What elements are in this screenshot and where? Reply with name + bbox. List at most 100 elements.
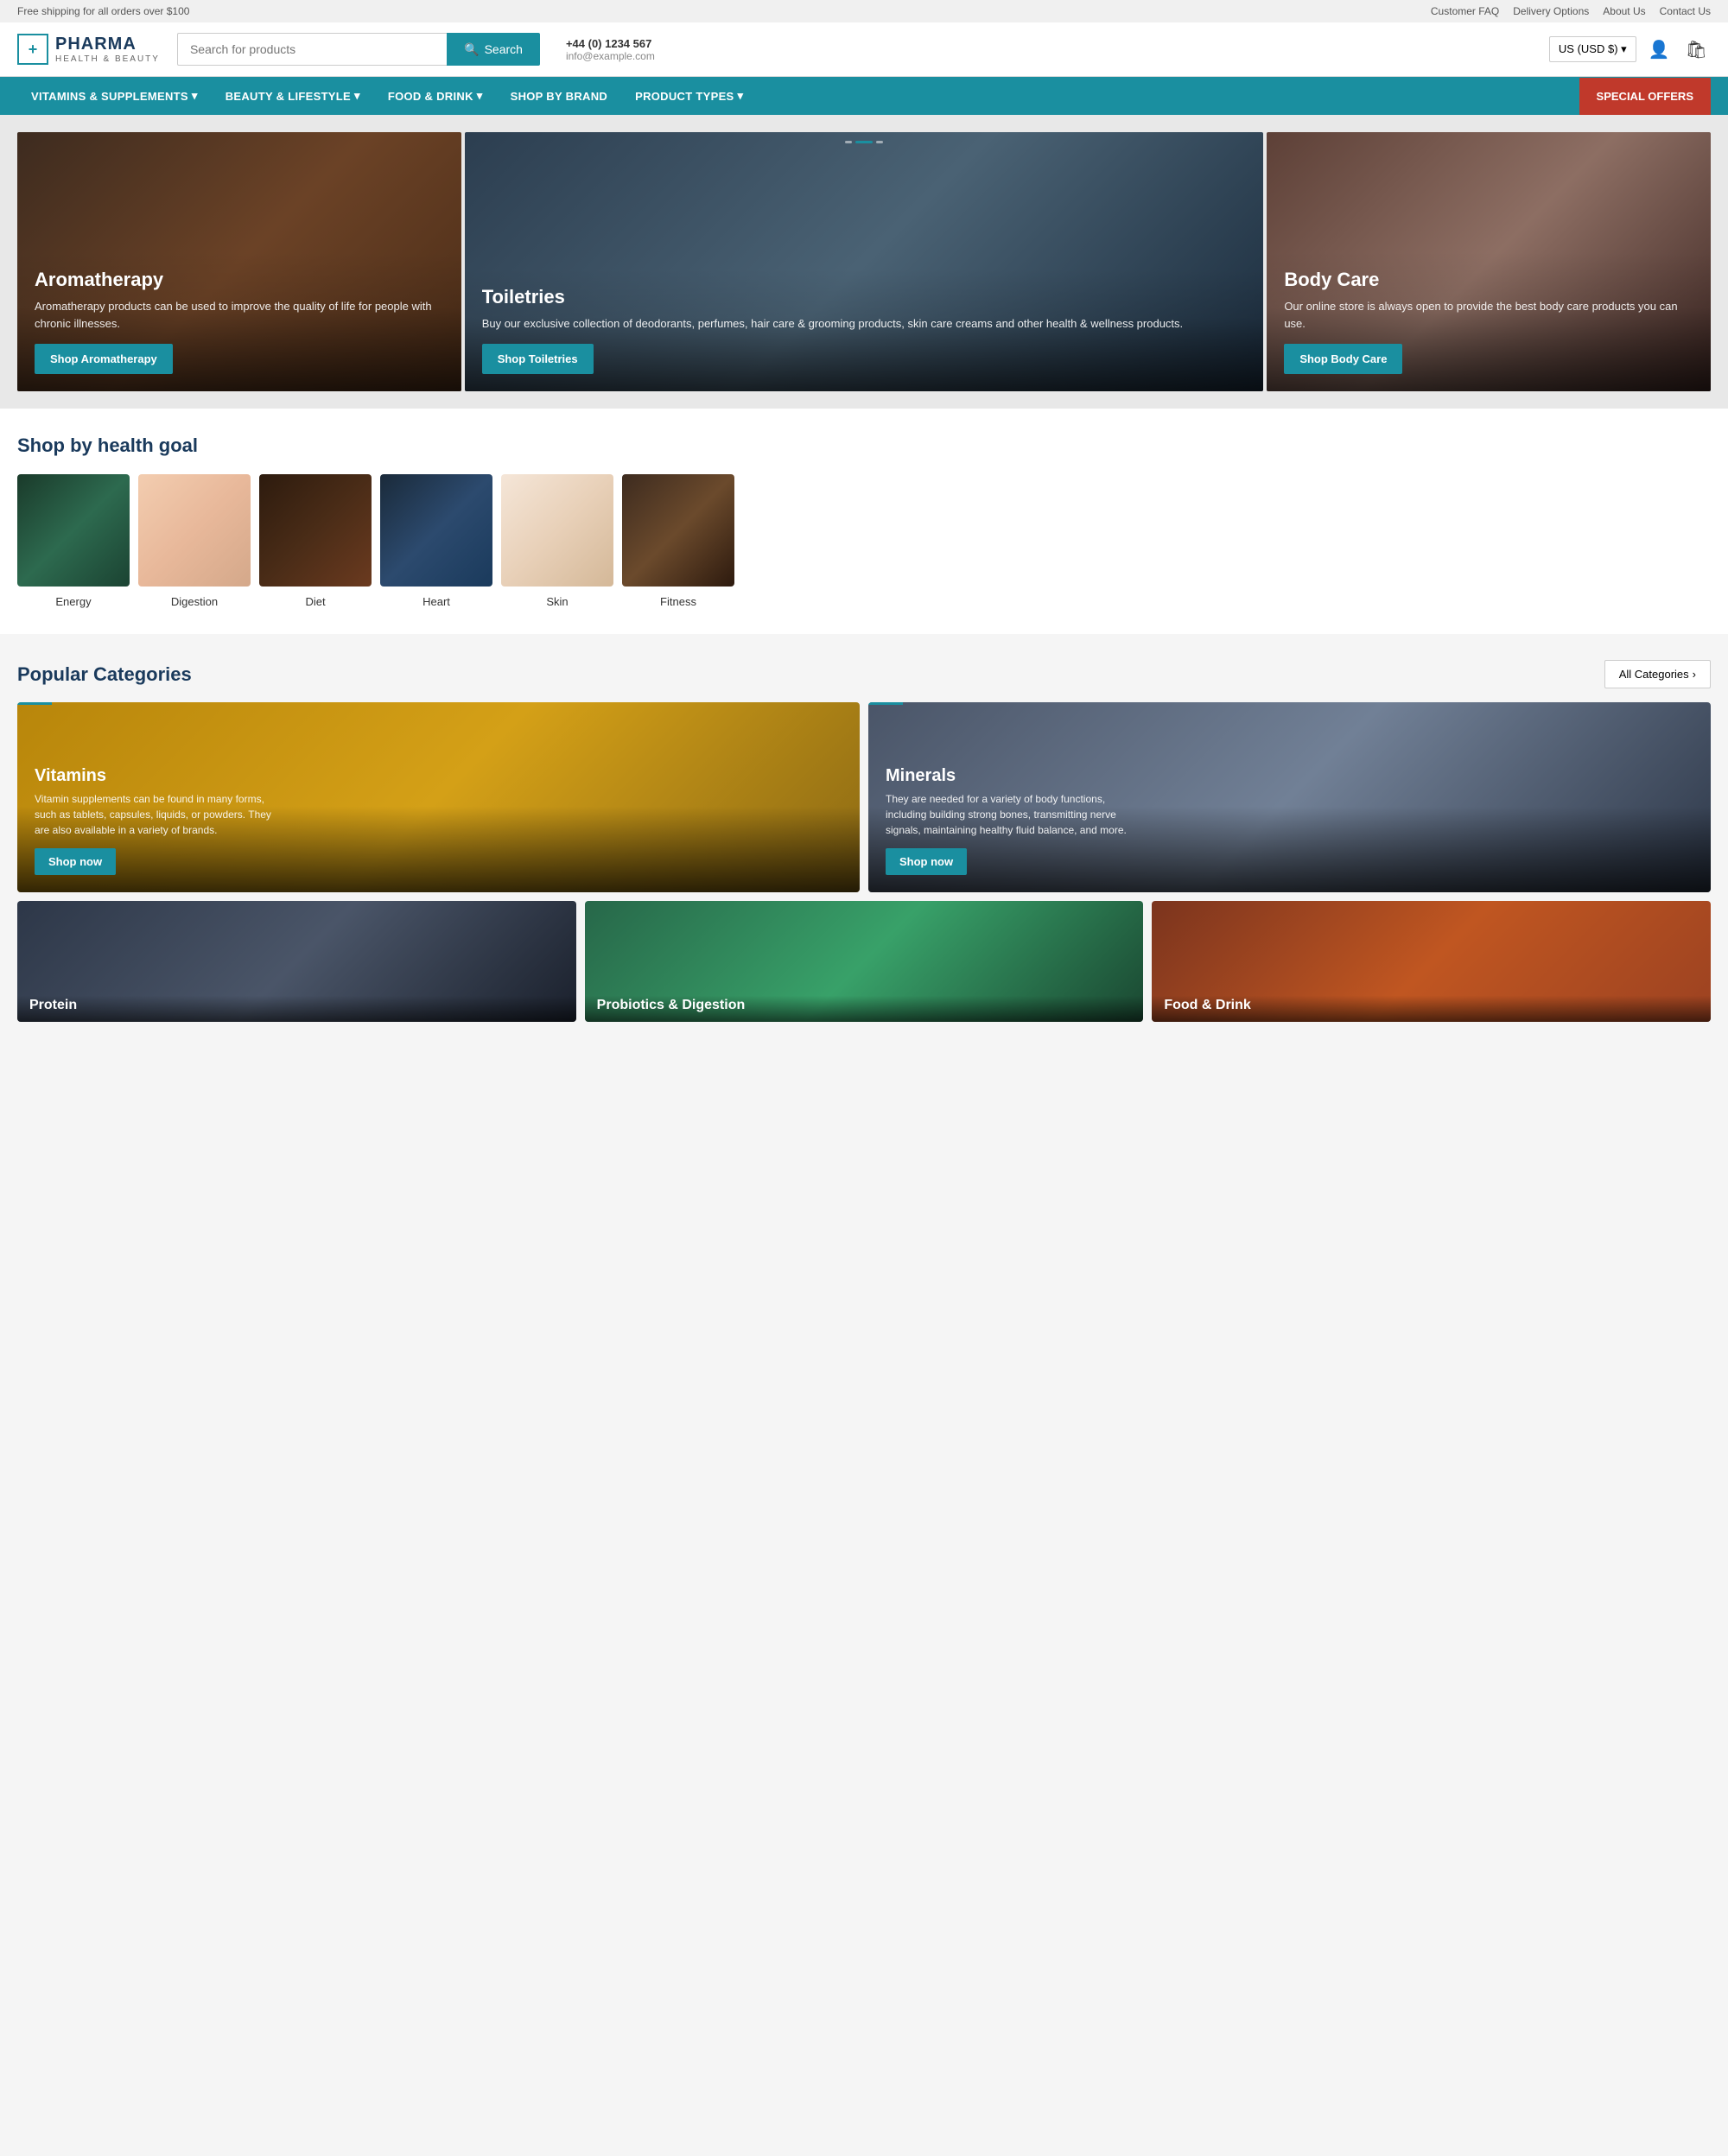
nav-item-types[interactable]: PRODUCT TYPES ▾ bbox=[621, 77, 757, 115]
health-goal-heart-img bbox=[380, 474, 492, 587]
all-categories-button[interactable]: All Categories › bbox=[1604, 660, 1711, 688]
nav-food-label: FOOD & DRINK bbox=[388, 90, 473, 103]
hero-card-toiletries: Toiletries Buy our exclusive collection … bbox=[465, 132, 1264, 391]
special-offers-link[interactable]: SPECIAL OFFERS bbox=[1579, 78, 1711, 115]
top-bar: Free shipping for all orders over $100 C… bbox=[0, 0, 1728, 22]
hero-overlay-aromatherapy: Aromatherapy Aromatherapy products can b… bbox=[17, 251, 461, 391]
cat-card-vitamins: Vitamins Vitamin supplements can be foun… bbox=[17, 702, 860, 892]
health-goals-grid: Energy Digestion Diet Heart Skin Fitness bbox=[17, 474, 1711, 608]
customer-faq-link[interactable]: Customer FAQ bbox=[1431, 5, 1499, 17]
vitamins-desc: Vitamin supplements can be found in many… bbox=[35, 791, 276, 838]
hero-title-bodycare: Body Care bbox=[1284, 269, 1693, 291]
contact-info: +44 (0) 1234 567 info@example.com bbox=[566, 37, 655, 62]
minerals-overlay: Minerals They are needed for a variety o… bbox=[868, 749, 1711, 892]
contact-us-link[interactable]: Contact Us bbox=[1660, 5, 1711, 17]
minerals-desc: They are needed for a variety of body fu… bbox=[886, 791, 1128, 838]
hero-btn-aromatherapy[interactable]: Shop Aromatherapy bbox=[35, 344, 173, 374]
currency-selector[interactable]: US (USD $) ▾ bbox=[1549, 36, 1636, 62]
cat-card-protein[interactable]: Protein bbox=[17, 901, 576, 1022]
health-goals-title: Shop by health goal bbox=[17, 434, 1711, 457]
shipping-notice: Free shipping for all orders over $100 bbox=[17, 5, 189, 17]
delivery-options-link[interactable]: Delivery Options bbox=[1513, 5, 1589, 17]
vitamins-shop-btn[interactable]: Shop now bbox=[35, 848, 116, 875]
popular-bottom-row: Protein Probiotics & Digestion Food & Dr… bbox=[17, 901, 1711, 1022]
health-goal-digestion[interactable]: Digestion bbox=[138, 474, 251, 608]
hero-card-aromatherapy: Aromatherapy Aromatherapy products can b… bbox=[17, 132, 461, 391]
chevron-down-icon: ▾ bbox=[477, 89, 483, 103]
health-goal-energy[interactable]: Energy bbox=[17, 474, 130, 608]
site-header: + PHARMA HEALTH & BEAUTY 🔍 Search +44 (0… bbox=[0, 22, 1728, 77]
hero-card-bodycare: Body Care Our online store is always ope… bbox=[1267, 132, 1711, 391]
slide-dot-3 bbox=[876, 141, 883, 143]
all-categories-label: All Categories bbox=[1619, 668, 1689, 681]
health-goal-digestion-img bbox=[138, 474, 251, 587]
chevron-down-icon: ▾ bbox=[738, 89, 744, 103]
hero-btn-bodycare[interactable]: Shop Body Care bbox=[1284, 344, 1402, 374]
chevron-right-icon: › bbox=[1693, 668, 1696, 681]
health-goal-energy-label: Energy bbox=[55, 595, 91, 608]
nav-types-label: PRODUCT TYPES bbox=[635, 90, 734, 103]
cat-card-minerals: Minerals They are needed for a variety o… bbox=[868, 702, 1711, 892]
hero-overlay-bodycare: Body Care Our online store is always ope… bbox=[1267, 251, 1711, 391]
health-goal-digestion-label: Digestion bbox=[171, 595, 218, 608]
hero-section: Aromatherapy Aromatherapy products can b… bbox=[0, 115, 1728, 409]
health-goals-section: Shop by health goal Energy Digestion Die… bbox=[0, 409, 1728, 634]
hero-desc-toiletries: Buy our exclusive collection of deodoran… bbox=[482, 315, 1247, 333]
health-goal-skin-label: Skin bbox=[546, 595, 568, 608]
main-nav: VITAMINS & SUPPLEMENTS ▾ BEAUTY & LIFEST… bbox=[0, 77, 1728, 115]
hero-title-aromatherapy: Aromatherapy bbox=[35, 269, 444, 291]
phone-number: +44 (0) 1234 567 bbox=[566, 37, 655, 50]
hero-title-toiletries: Toiletries bbox=[482, 286, 1247, 308]
health-goal-diet[interactable]: Diet bbox=[259, 474, 372, 608]
nav-item-food[interactable]: FOOD & DRINK ▾ bbox=[374, 77, 497, 115]
logo-icon: + bbox=[17, 34, 48, 65]
health-goal-diet-img bbox=[259, 474, 372, 587]
vitamins-overlay: Vitamins Vitamin supplements can be foun… bbox=[17, 749, 860, 892]
search-button[interactable]: 🔍 Search bbox=[447, 33, 540, 66]
hero-desc-bodycare: Our online store is always open to provi… bbox=[1284, 298, 1693, 332]
nav-item-vitamins[interactable]: VITAMINS & SUPPLEMENTS ▾ bbox=[17, 77, 212, 115]
hero-desc-aromatherapy: Aromatherapy products can be used to imp… bbox=[35, 298, 444, 332]
cat-card-probiotics[interactable]: Probiotics & Digestion bbox=[585, 901, 1144, 1022]
cat-card-food[interactable]: Food & Drink bbox=[1152, 901, 1711, 1022]
health-goal-energy-img bbox=[17, 474, 130, 587]
about-us-link[interactable]: About Us bbox=[1603, 5, 1645, 17]
email-address: info@example.com bbox=[566, 50, 655, 62]
search-icon: 🔍 bbox=[464, 42, 479, 57]
cart-button[interactable]: 🛍 bbox=[1682, 35, 1711, 64]
chevron-down-icon: ▾ bbox=[192, 89, 198, 103]
minerals-shop-btn[interactable]: Shop now bbox=[886, 848, 967, 875]
slide-dot-1 bbox=[845, 141, 852, 143]
hero-btn-toiletries[interactable]: Shop Toiletries bbox=[482, 344, 594, 374]
logo[interactable]: + PHARMA HEALTH & BEAUTY bbox=[17, 34, 160, 65]
popular-categories-header: Popular Categories All Categories › bbox=[17, 660, 1711, 688]
minerals-title: Minerals bbox=[886, 766, 1693, 786]
health-goal-heart[interactable]: Heart bbox=[380, 474, 492, 608]
slide-indicator bbox=[845, 141, 883, 143]
nav-brand-label: SHOP BY BRAND bbox=[511, 90, 608, 103]
popular-title: Popular Categories bbox=[17, 663, 192, 686]
logo-sub: HEALTH & BEAUTY bbox=[55, 54, 160, 64]
header-right: US (USD $) ▾ 👤 🛍 bbox=[1549, 35, 1711, 64]
logo-name: PHARMA bbox=[55, 35, 160, 54]
logo-text: PHARMA HEALTH & BEAUTY bbox=[55, 35, 160, 64]
probiotics-label: Probiotics & Digestion bbox=[585, 989, 1144, 1022]
health-goal-fitness-img bbox=[622, 474, 734, 587]
search-bar: 🔍 Search bbox=[177, 33, 540, 66]
nav-vitamins-label: VITAMINS & SUPPLEMENTS bbox=[31, 90, 188, 103]
protein-label: Protein bbox=[17, 989, 576, 1022]
nav-item-brand[interactable]: SHOP BY BRAND bbox=[497, 78, 622, 115]
food-label: Food & Drink bbox=[1152, 989, 1711, 1022]
health-goal-skin[interactable]: Skin bbox=[501, 474, 613, 608]
special-offers-label: SPECIAL OFFERS bbox=[1597, 90, 1693, 103]
search-input[interactable] bbox=[177, 33, 447, 66]
popular-categories-section: Popular Categories All Categories › Vita… bbox=[0, 634, 1728, 1048]
top-bar-links: Customer FAQ Delivery Options About Us C… bbox=[1431, 5, 1711, 17]
account-button[interactable]: 👤 bbox=[1645, 35, 1674, 64]
search-label: Search bbox=[485, 42, 523, 56]
health-goal-fitness[interactable]: Fitness bbox=[622, 474, 734, 608]
chevron-down-icon: ▾ bbox=[354, 89, 360, 103]
nav-item-beauty[interactable]: BEAUTY & LIFESTYLE ▾ bbox=[212, 77, 374, 115]
account-icon: 👤 bbox=[1649, 41, 1670, 60]
currency-label: US (USD $) bbox=[1559, 42, 1618, 55]
